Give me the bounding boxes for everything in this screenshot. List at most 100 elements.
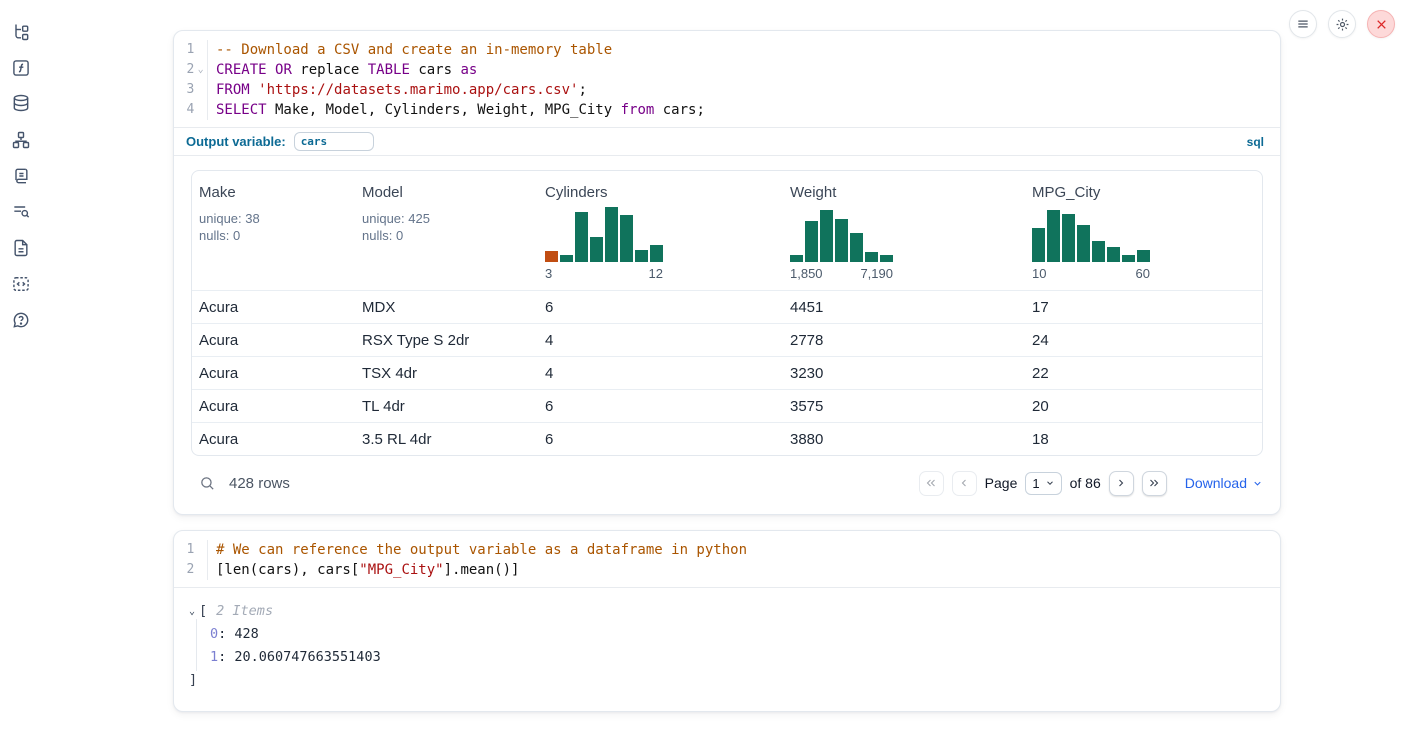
table-cell: 17 [1032,299,1262,316]
table-cell: 22 [1032,365,1262,382]
file-explorer-icon[interactable] [11,22,31,42]
documentation-icon[interactable] [11,238,31,258]
line-gutter: 1 [174,40,208,60]
python-code-editor[interactable]: 1# We can reference the output variable … [174,531,1280,587]
line-gutter: 2⌄ [174,60,208,80]
chevron-left-icon [958,477,970,489]
histogram-bar [790,255,803,262]
code-text: FROM 'https://datasets.marimo.app/cars.c… [208,80,587,100]
hist-min-tick: 10 [1032,266,1046,281]
table-cell: 3.5 RL 4dr [362,431,545,448]
column-name: MPG_City [1032,184,1262,201]
table-cell: Acura [199,299,362,316]
download-button[interactable]: Download [1185,475,1263,491]
fold-chevron-icon [194,40,207,60]
code-line[interactable]: 1-- Download a CSV and create an in-memo… [174,40,1280,60]
fold-chevron-icon [194,80,207,100]
histogram-bar [1077,225,1090,262]
histogram-bar [850,233,863,262]
code-line[interactable]: 2[len(cars), cars["MPG_City"].mean()] [174,560,1280,580]
column-header[interactable]: Weight1,8507,190 [790,184,1032,281]
table-row[interactable]: AcuraTSX 4dr4323022 [192,356,1262,389]
page-total-label: of 86 [1070,475,1101,491]
hist-min-tick: 1,850 [790,266,823,281]
line-gutter: 3 [174,80,208,100]
settings-button[interactable] [1328,10,1356,38]
row-count: 428 rows [229,475,290,492]
tree-entry: 0: 428 [210,623,1280,646]
line-gutter: 1 [174,540,208,560]
logs-icon[interactable] [11,202,31,222]
table-cell: TSX 4dr [362,365,545,382]
column-histogram[interactable]: 1060 [1032,201,1262,281]
code-line[interactable]: 4SELECT Make, Model, Cylinders, Weight, … [174,100,1280,120]
table-row[interactable]: AcuraTL 4dr6357520 [192,389,1262,422]
column-name: Model [362,184,545,201]
table-cell: Acura [199,365,362,382]
chevron-down-icon [1252,478,1263,489]
histogram-bar [820,210,833,262]
page-select-value: 1 [1032,476,1039,491]
tree-entries: 0: 4281: 20.060747663551403 [196,619,1280,671]
histogram-bar [835,219,848,262]
shutdown-button[interactable] [1367,10,1395,38]
table-header: Makeunique: 38nulls: 0Modelunique: 425nu… [192,171,1262,290]
menu-button[interactable] [1289,10,1317,38]
scratchpad-icon[interactable] [11,166,31,186]
code-line[interactable]: 3FROM 'https://datasets.marimo.app/cars.… [174,80,1280,100]
column-name: Cylinders [545,184,790,201]
histogram-bar [805,221,818,262]
python-cell-output: ⌄ [ 2 Items 0: 4281: 20.060747663551403 … [174,588,1280,690]
histogram-bar [1107,247,1120,262]
code-text: [len(cars), cars["MPG_City"].mean()] [208,560,519,580]
sql-code-editor[interactable]: 1-- Download a CSV and create an in-memo… [174,31,1280,127]
chevrons-left-icon [925,477,937,489]
column-header[interactable]: Modelunique: 425nulls: 0 [362,184,545,281]
snippets-icon[interactable] [11,274,31,294]
table-row[interactable]: Acura3.5 RL 4dr6388018 [192,422,1262,455]
search-icon[interactable] [199,475,216,492]
next-page-button[interactable] [1109,471,1134,496]
table-cell: RSX Type S 2dr [362,332,545,349]
table-cell: 3230 [790,365,1032,382]
code-line[interactable]: 1# We can reference the output variable … [174,540,1280,560]
table-cell: Acura [199,398,362,415]
table-cell: 6 [545,431,790,448]
table-cell: 20 [1032,398,1262,415]
table-cell: 4 [545,365,790,382]
help-icon[interactable] [11,310,31,330]
collapse-chevron-icon[interactable]: ⌄ [189,606,195,617]
output-variable-input[interactable] [294,132,374,151]
page-select[interactable]: 1 [1025,472,1061,495]
column-header[interactable]: Cylinders312 [545,184,790,281]
column-header[interactable]: MPG_City1060 [1032,184,1262,281]
table-row[interactable]: AcuraRSX Type S 2dr4277824 [192,323,1262,356]
table-cell: MDX [362,299,545,316]
previous-page-button[interactable] [952,471,977,496]
output-variable-row: Output variable: sql [174,128,1280,155]
line-gutter: 2 [174,560,208,580]
data-table: Makeunique: 38nulls: 0Modelunique: 425nu… [191,170,1263,456]
item-count: 2 Items [216,603,273,619]
histogram-bar [1092,241,1105,262]
notebook-actions [1289,10,1395,38]
hamburger-icon [1296,17,1310,31]
first-page-button[interactable] [919,471,944,496]
histogram-bar [590,237,603,262]
helper-sidebar [0,0,44,729]
dependency-graph-icon[interactable] [11,130,31,150]
column-header[interactable]: Makeunique: 38nulls: 0 [199,184,362,281]
column-histogram[interactable]: 1,8507,190 [790,201,1032,281]
code-line[interactable]: 2⌄CREATE OR replace TABLE cars as [174,60,1280,80]
last-page-button[interactable] [1142,471,1167,496]
table-row[interactable]: AcuraMDX6445117 [192,290,1262,323]
fold-chevron-icon[interactable]: ⌄ [194,60,207,80]
histogram-bar [650,245,663,262]
table-cell: 4 [545,332,790,349]
column-histogram[interactable]: 312 [545,201,790,281]
histogram-bar [865,252,878,262]
datasources-icon[interactable] [11,93,31,113]
table-cell: TL 4dr [362,398,545,415]
histogram-bar [635,250,648,262]
variables-icon[interactable] [11,58,31,78]
